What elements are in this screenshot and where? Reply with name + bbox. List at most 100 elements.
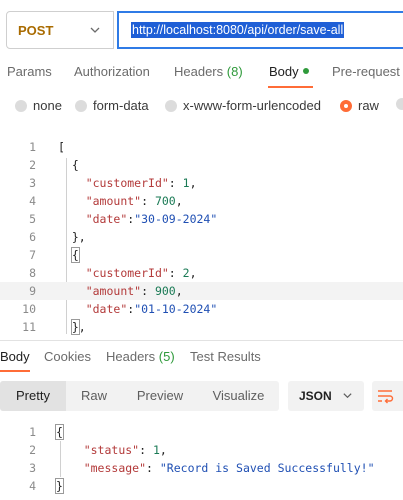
- code-text: {: [70, 247, 80, 263]
- active-tab-indicator: [0, 370, 30, 372]
- code-line: 1{: [0, 423, 403, 441]
- code-text: "date":"01-10-2024": [85, 302, 218, 316]
- request-tabs: Params Authorization Headers (8) Body Pr…: [0, 62, 403, 88]
- wrap-lines-button[interactable]: [372, 381, 403, 411]
- view-raw[interactable]: Raw: [66, 381, 122, 411]
- code-line: 6 },: [0, 228, 403, 246]
- response-body-viewer[interactable]: 1{2 "status": 1, 3 "message": "Record is …: [0, 423, 403, 500]
- code-line: 10 "date":"01-10-2024": [0, 300, 403, 318]
- line-number: 4: [29, 479, 36, 493]
- radio-circle: [75, 99, 87, 112]
- tab-label: Body: [269, 64, 299, 79]
- view-label: Preview: [136, 388, 184, 403]
- code-text: }: [55, 478, 64, 494]
- radio-circle: [165, 99, 177, 112]
- code-text: "status": 1,: [83, 443, 167, 457]
- view-label: Raw: [80, 388, 107, 403]
- tab-label: Params: [7, 64, 52, 79]
- view-preview[interactable]: Preview: [122, 381, 198, 411]
- body-type-selector: none form-data x-www-form-urlencoded raw: [0, 96, 403, 118]
- method-label: POST: [18, 22, 54, 38]
- view-label: Visualize: [212, 388, 265, 403]
- tab-authorization[interactable]: Authorization: [74, 64, 150, 79]
- body-modified-dot: [302, 68, 309, 74]
- code-line: 3 "message": "Record is Saved Successful…: [0, 459, 403, 477]
- headers-count: (5): [158, 349, 175, 364]
- code-line: 7 {: [0, 246, 403, 264]
- tab-params[interactable]: Params: [7, 64, 52, 79]
- request-bar: POST http://localhost:8080/api/order/sav…: [0, 0, 403, 60]
- view-mode-selector: Pretty Raw Preview Visualize: [0, 381, 279, 411]
- code-line: 5 "date":"30-09-2024": [0, 210, 403, 228]
- radio-label: none: [33, 98, 62, 113]
- tab-label: Headers: [174, 64, 224, 79]
- code-line: 11 },: [0, 318, 403, 336]
- tab-label: Authorization: [74, 64, 150, 79]
- radio-circle: [15, 99, 27, 112]
- view-label: Pretty: [16, 388, 50, 403]
- tab-label: Test Results: [190, 349, 261, 364]
- code-text: {: [58, 158, 79, 172]
- radio-form-data[interactable]: form-data: [75, 98, 149, 113]
- request-body-editor[interactable]: 1[2 {3 "customerId": 1, 4 "amount": 700, 5…: [0, 138, 403, 336]
- line-number: 10: [22, 302, 36, 316]
- code-text: },: [58, 230, 86, 244]
- line-number: 1: [29, 140, 36, 154]
- line-number: 9: [29, 284, 36, 298]
- code-text: "date":"30-09-2024": [85, 212, 218, 226]
- response-tabs: Body Cookies Headers (5) Test Results: [0, 348, 403, 372]
- headers-count: (8): [226, 64, 243, 79]
- code-line: 4 "amount": 700,: [0, 192, 403, 210]
- line-number: 6: [29, 230, 36, 244]
- tab-pre-request[interactable]: Pre-request: [332, 64, 400, 79]
- format-select[interactable]: JSON: [288, 381, 364, 411]
- response-view-bar: Pretty Raw Preview Visualize JSON: [0, 381, 403, 411]
- radio-label: x-www-form-urlencoded: [183, 98, 321, 113]
- code-line: 1[: [0, 138, 403, 156]
- tab-body[interactable]: Body: [269, 64, 309, 79]
- line-number: 8: [29, 266, 36, 280]
- code-text: "message": "Record is Saved Successfully…: [83, 461, 375, 475]
- wrap-lines-icon: [378, 390, 394, 404]
- response-tab-headers[interactable]: Headers (5): [106, 349, 175, 364]
- tab-headers[interactable]: Headers (8): [174, 64, 243, 79]
- radio-circle: [396, 98, 403, 110]
- chevron-down-icon: [90, 27, 100, 33]
- line-number: 3: [29, 461, 36, 475]
- radio-none[interactable]: none: [15, 98, 62, 113]
- line-number: 3: [29, 176, 36, 190]
- method-select[interactable]: POST: [6, 11, 114, 49]
- line-number: 7: [29, 248, 36, 262]
- code-line: 2 "status": 1,: [0, 441, 403, 459]
- view-visualize[interactable]: Visualize: [198, 381, 279, 411]
- radio-raw[interactable]: raw: [340, 98, 379, 113]
- tab-label: Headers: [106, 349, 156, 364]
- active-tab-indicator: [268, 86, 313, 88]
- code-text: {: [55, 424, 64, 440]
- code-line: 2 {: [0, 156, 403, 174]
- url-text: http://localhost:8080/api/order/save-all: [131, 22, 345, 38]
- code-text: },: [70, 319, 86, 335]
- url-input[interactable]: http://localhost:8080/api/order/save-all: [117, 11, 403, 49]
- response-tab-test-results[interactable]: Test Results: [190, 349, 261, 364]
- line-number: 2: [29, 443, 36, 457]
- pane-divider[interactable]: [0, 340, 403, 341]
- radio-binary[interactable]: [396, 98, 403, 110]
- line-number: 4: [29, 194, 36, 208]
- tab-label: Cookies: [44, 349, 91, 364]
- code-line: 9 "amount": 900,: [0, 282, 403, 300]
- code-text: "amount": 900,: [85, 284, 183, 298]
- response-tab-body[interactable]: Body: [0, 349, 30, 364]
- response-tab-cookies[interactable]: Cookies: [44, 349, 91, 364]
- code-text: [: [58, 140, 65, 154]
- code-line: 3 "customerId": 1,: [0, 174, 403, 192]
- radio-circle: [340, 99, 352, 112]
- code-line: 8 "customerId": 2,: [0, 264, 403, 282]
- code-text: "amount": 700,: [85, 194, 183, 208]
- tab-label: Pre-request: [332, 64, 400, 79]
- format-label: JSON: [299, 389, 332, 403]
- radio-x-www-form-urlencoded[interactable]: x-www-form-urlencoded: [165, 98, 321, 113]
- line-number: 1: [29, 425, 36, 439]
- code-text: "customerId": 1,: [85, 176, 197, 190]
- view-pretty[interactable]: Pretty: [0, 381, 66, 411]
